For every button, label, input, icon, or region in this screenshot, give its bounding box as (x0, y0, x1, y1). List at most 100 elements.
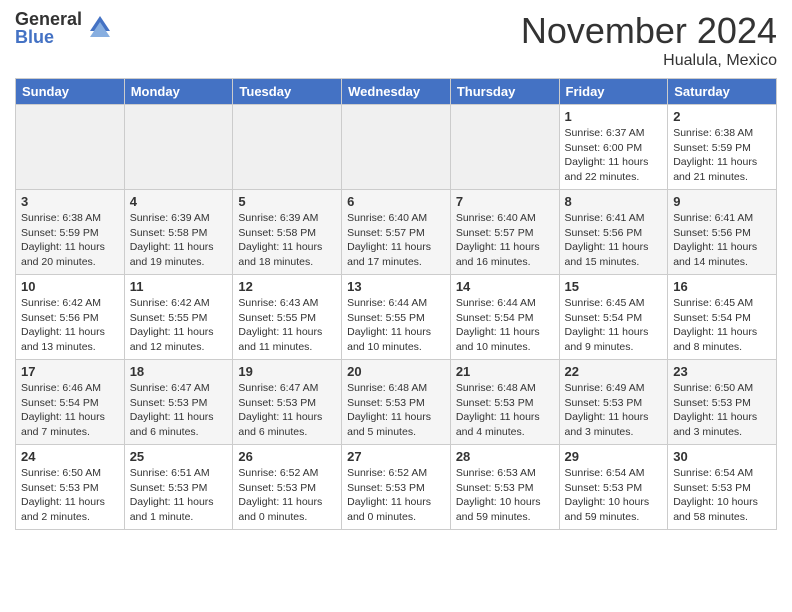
calendar-week-row: 10 Sunrise: 6:42 AMSunset: 5:56 PMDayligh… (16, 275, 777, 360)
header-monday: Monday (124, 79, 233, 105)
calendar-week-row: 1 Sunrise: 6:37 AMSunset: 6:00 PMDaylight… (16, 105, 777, 190)
day-number: 4 (130, 194, 228, 209)
calendar-cell: 17 Sunrise: 6:46 AMSunset: 5:54 PMDayligh… (16, 360, 125, 445)
calendar-cell: 29 Sunrise: 6:54 AMSunset: 5:53 PMDayligh… (559, 445, 668, 530)
header-thursday: Thursday (450, 79, 559, 105)
calendar-cell: 8Sunrise: 6:41 AMSunset: 5:56 PMDaylight… (559, 190, 668, 275)
day-number: 1 (565, 109, 663, 124)
day-number: 28 (456, 449, 554, 464)
day-info: Sunrise: 6:49 AMSunset: 5:53 PMDaylight:… (565, 381, 663, 440)
day-number: 21 (456, 364, 554, 379)
day-info: Sunrise: 6:42 AMSunset: 5:56 PMDaylight:… (21, 296, 119, 355)
calendar-cell: 24Sunrise: 6:50 AMSunset: 5:53 PMDayligh… (16, 445, 125, 530)
day-info: Sunrise: 6:44 AMSunset: 5:55 PMDaylight:… (347, 296, 445, 355)
day-number: 15 (565, 279, 663, 294)
calendar-cell: 22 Sunrise: 6:49 AMSunset: 5:53 PMDayligh… (559, 360, 668, 445)
calendar-cell: 7 Sunrise: 6:40 AMSunset: 5:57 PMDaylight… (450, 190, 559, 275)
header: General Blue November 2024 Hualula, Mexi… (15, 10, 777, 70)
calendar-week-row: 17 Sunrise: 6:46 AMSunset: 5:54 PMDayligh… (16, 360, 777, 445)
day-info: Sunrise: 6:52 AMSunset: 5:53 PMDaylight:… (347, 466, 445, 525)
calendar-cell (342, 105, 451, 190)
day-number: 23 (673, 364, 771, 379)
calendar-cell: 10 Sunrise: 6:42 AMSunset: 5:56 PMDayligh… (16, 275, 125, 360)
day-info: Sunrise: 6:40 AMSunset: 5:57 PMDaylight:… (456, 211, 554, 270)
day-info: Sunrise: 6:37 AMSunset: 6:00 PMDaylight:… (565, 126, 663, 185)
calendar-cell: 12Sunrise: 6:43 AMSunset: 5:55 PMDayligh… (233, 275, 342, 360)
page: General Blue November 2024 Hualula, Mexi… (0, 0, 792, 545)
day-info: Sunrise: 6:54 AMSunset: 5:53 PMDaylight:… (673, 466, 771, 525)
day-number: 19 (238, 364, 336, 379)
calendar-cell: 30 Sunrise: 6:54 AMSunset: 5:53 PMDayligh… (668, 445, 777, 530)
day-number: 10 (21, 279, 119, 294)
calendar-cell (233, 105, 342, 190)
calendar-cell (124, 105, 233, 190)
calendar-cell (450, 105, 559, 190)
day-info: Sunrise: 6:52 AMSunset: 5:53 PMDaylight:… (238, 466, 336, 525)
day-number: 27 (347, 449, 445, 464)
calendar-cell: 11Sunrise: 6:42 AMSunset: 5:55 PMDayligh… (124, 275, 233, 360)
day-number: 3 (21, 194, 119, 209)
day-info: Sunrise: 6:45 AMSunset: 5:54 PMDaylight:… (673, 296, 771, 355)
day-info: Sunrise: 6:41 AMSunset: 5:56 PMDaylight:… (673, 211, 771, 270)
calendar-cell: 2 Sunrise: 6:38 AMSunset: 5:59 PMDaylight… (668, 105, 777, 190)
day-info: Sunrise: 6:50 AMSunset: 5:53 PMDaylight:… (673, 381, 771, 440)
logo-general: General (15, 10, 82, 28)
day-number: 12 (238, 279, 336, 294)
day-number: 17 (21, 364, 119, 379)
calendar-table: Sunday Monday Tuesday Wednesday Thursday… (15, 78, 777, 530)
day-info: Sunrise: 6:54 AMSunset: 5:53 PMDaylight:… (565, 466, 663, 525)
calendar-week-row: 3 Sunrise: 6:38 AMSunset: 5:59 PMDaylight… (16, 190, 777, 275)
weekday-header-row: Sunday Monday Tuesday Wednesday Thursday… (16, 79, 777, 105)
day-info: Sunrise: 6:46 AMSunset: 5:54 PMDaylight:… (21, 381, 119, 440)
location: Hualula, Mexico (521, 52, 777, 70)
day-info: Sunrise: 6:51 AMSunset: 5:53 PMDaylight:… (130, 466, 228, 525)
day-number: 30 (673, 449, 771, 464)
month-title: November 2024 (521, 10, 777, 52)
day-number: 18 (130, 364, 228, 379)
day-info: Sunrise: 6:48 AMSunset: 5:53 PMDaylight:… (456, 381, 554, 440)
calendar-cell: 23 Sunrise: 6:50 AMSunset: 5:53 PMDayligh… (668, 360, 777, 445)
day-number: 11 (130, 279, 228, 294)
day-number: 26 (238, 449, 336, 464)
calendar-cell: 3 Sunrise: 6:38 AMSunset: 5:59 PMDaylight… (16, 190, 125, 275)
header-tuesday: Tuesday (233, 79, 342, 105)
calendar-cell (16, 105, 125, 190)
calendar-cell: 28 Sunrise: 6:53 AMSunset: 5:53 PMDayligh… (450, 445, 559, 530)
day-info: Sunrise: 6:38 AMSunset: 5:59 PMDaylight:… (21, 211, 119, 270)
calendar-cell: 18 Sunrise: 6:47 AMSunset: 5:53 PMDayligh… (124, 360, 233, 445)
day-info: Sunrise: 6:44 AMSunset: 5:54 PMDaylight:… (456, 296, 554, 355)
day-number: 5 (238, 194, 336, 209)
logo-blue: Blue (15, 28, 82, 46)
day-number: 29 (565, 449, 663, 464)
day-number: 6 (347, 194, 445, 209)
day-info: Sunrise: 6:47 AMSunset: 5:53 PMDaylight:… (130, 381, 228, 440)
header-wednesday: Wednesday (342, 79, 451, 105)
calendar-week-row: 24Sunrise: 6:50 AMSunset: 5:53 PMDayligh… (16, 445, 777, 530)
calendar-cell: 25 Sunrise: 6:51 AMSunset: 5:53 PMDayligh… (124, 445, 233, 530)
calendar-cell: 19 Sunrise: 6:47 AMSunset: 5:53 PMDayligh… (233, 360, 342, 445)
day-info: Sunrise: 6:38 AMSunset: 5:59 PMDaylight:… (673, 126, 771, 185)
day-info: Sunrise: 6:53 AMSunset: 5:53 PMDaylight:… (456, 466, 554, 525)
calendar-cell: 14Sunrise: 6:44 AMSunset: 5:54 PMDayligh… (450, 275, 559, 360)
day-number: 7 (456, 194, 554, 209)
calendar-cell: 21 Sunrise: 6:48 AMSunset: 5:53 PMDayligh… (450, 360, 559, 445)
calendar-cell: 9Sunrise: 6:41 AMSunset: 5:56 PMDaylight… (668, 190, 777, 275)
header-friday: Friday (559, 79, 668, 105)
calendar-cell: 20Sunrise: 6:48 AMSunset: 5:53 PMDayligh… (342, 360, 451, 445)
day-number: 13 (347, 279, 445, 294)
logo-icon (85, 11, 115, 41)
day-info: Sunrise: 6:41 AMSunset: 5:56 PMDaylight:… (565, 211, 663, 270)
calendar-cell: 4Sunrise: 6:39 AMSunset: 5:58 PMDaylight… (124, 190, 233, 275)
day-info: Sunrise: 6:48 AMSunset: 5:53 PMDaylight:… (347, 381, 445, 440)
day-info: Sunrise: 6:47 AMSunset: 5:53 PMDaylight:… (238, 381, 336, 440)
day-number: 2 (673, 109, 771, 124)
day-number: 22 (565, 364, 663, 379)
calendar-cell: 27 Sunrise: 6:52 AMSunset: 5:53 PMDayligh… (342, 445, 451, 530)
calendar-cell: 13 Sunrise: 6:44 AMSunset: 5:55 PMDayligh… (342, 275, 451, 360)
day-info: Sunrise: 6:39 AMSunset: 5:58 PMDaylight:… (238, 211, 336, 270)
day-info: Sunrise: 6:40 AMSunset: 5:57 PMDaylight:… (347, 211, 445, 270)
header-sunday: Sunday (16, 79, 125, 105)
calendar-cell: 26 Sunrise: 6:52 AMSunset: 5:53 PMDayligh… (233, 445, 342, 530)
day-info: Sunrise: 6:50 AMSunset: 5:53 PMDaylight:… (21, 466, 119, 525)
day-number: 25 (130, 449, 228, 464)
